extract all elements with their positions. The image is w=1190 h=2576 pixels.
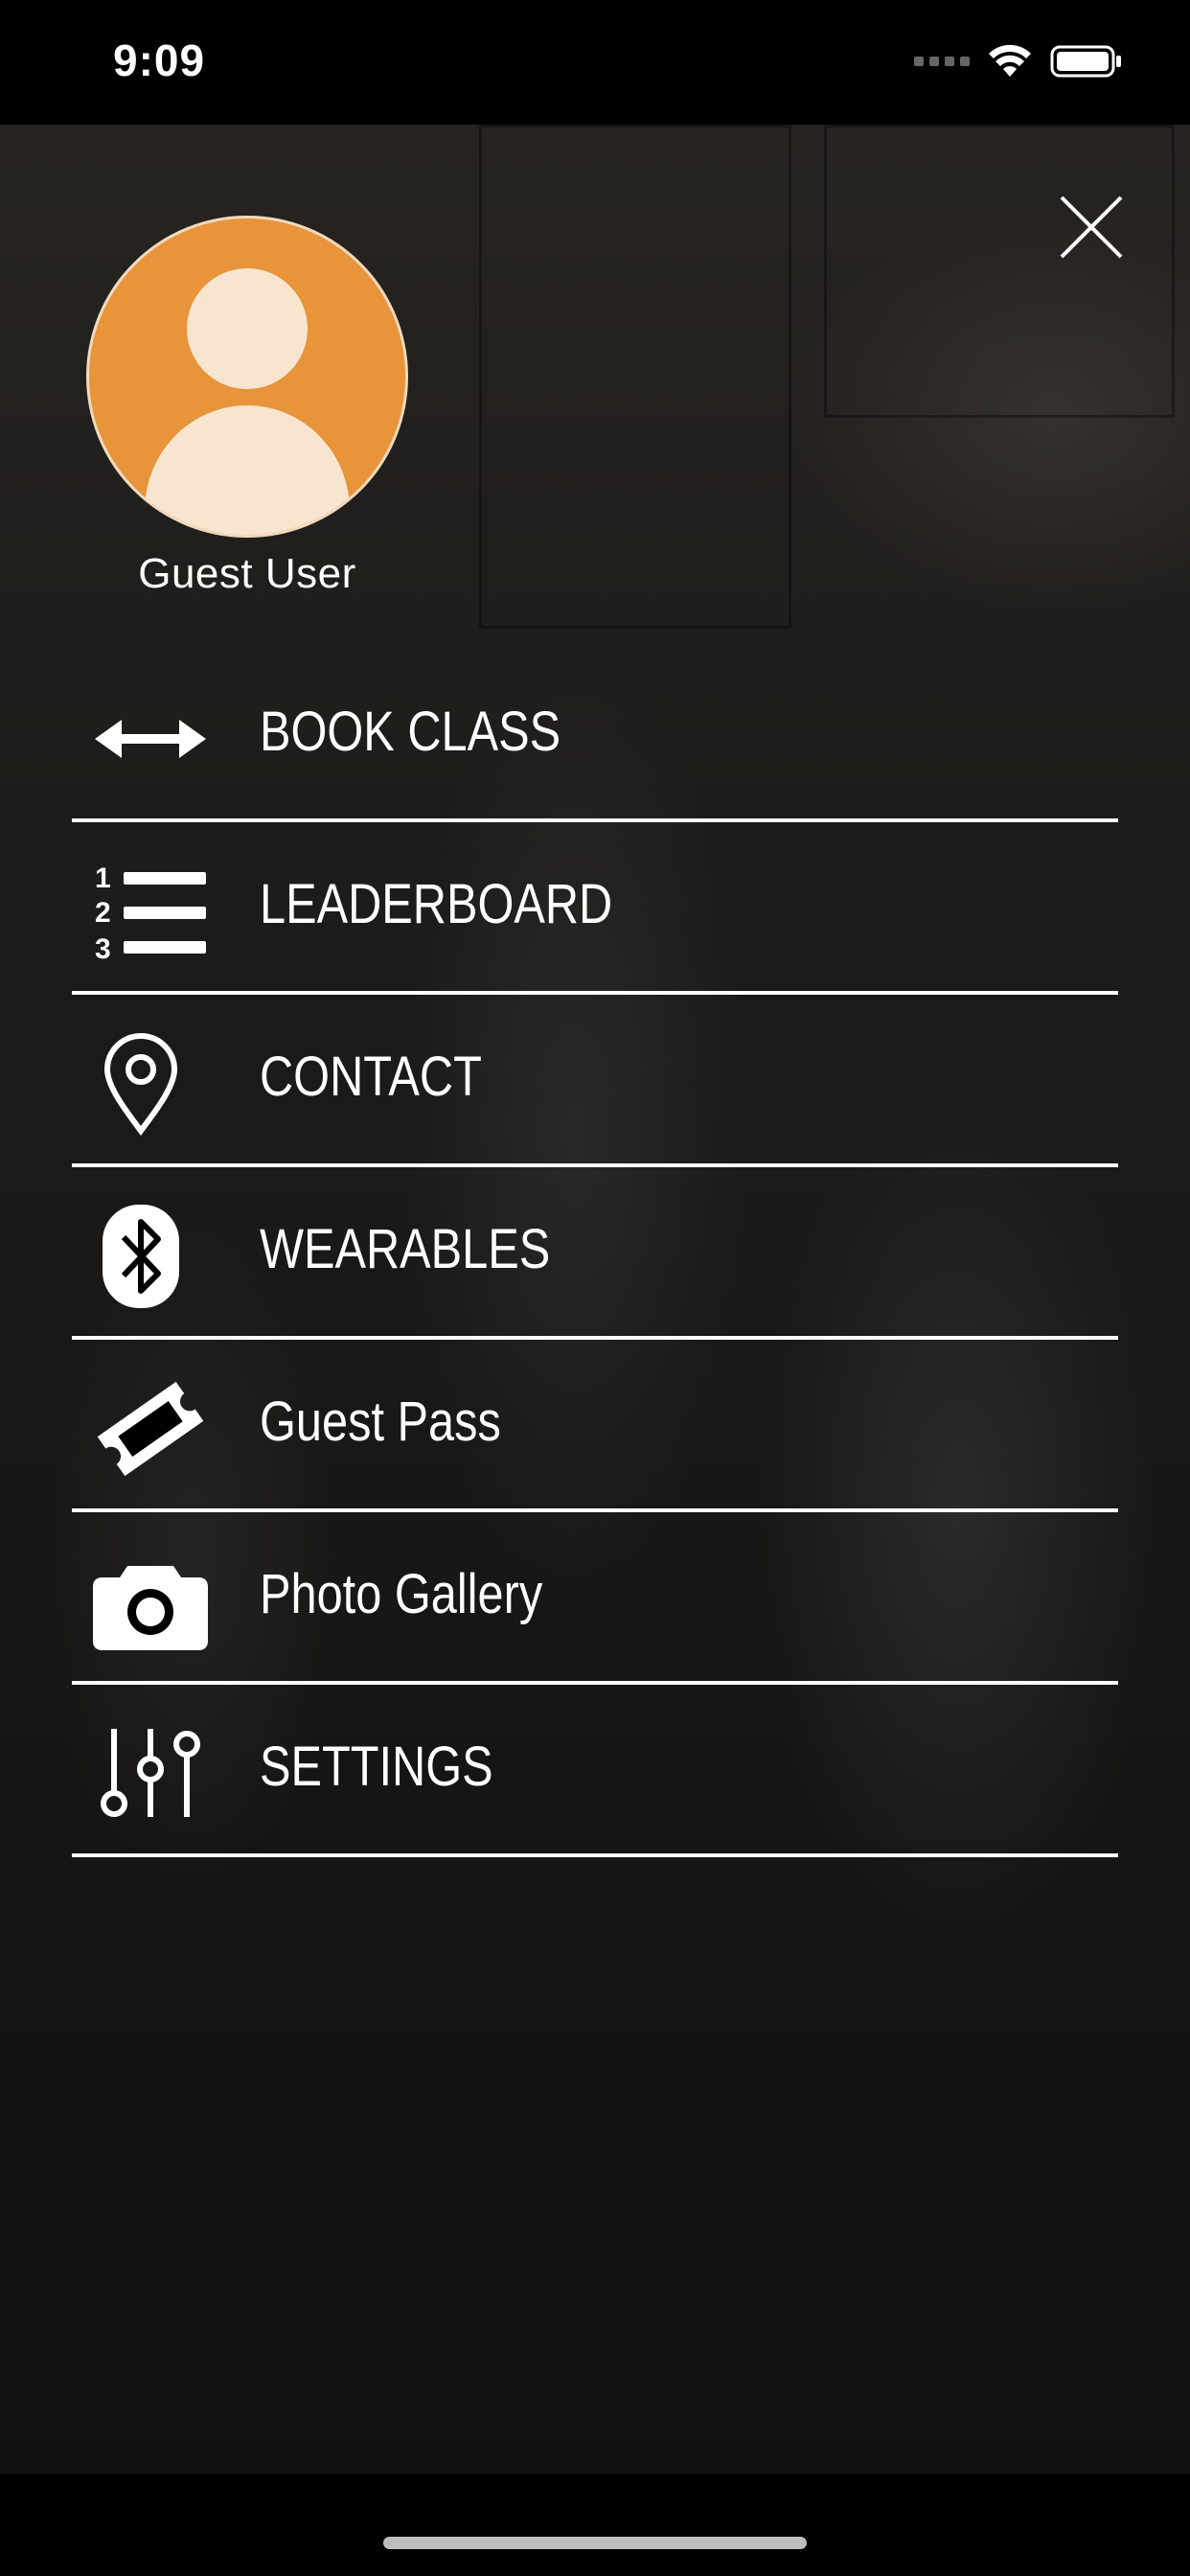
- menu-label-settings: SETTINGS: [260, 1736, 493, 1798]
- user-name: Guest User: [138, 550, 356, 597]
- numbered-list-icon: 1 2 3: [93, 859, 208, 964]
- signal-icon: [914, 57, 970, 66]
- menu-item-settings[interactable]: SETTINGS: [72, 1685, 1118, 1857]
- menu-label-photo-gallery: Photo Gallery: [260, 1563, 543, 1625]
- arrows-horizontal-icon: [93, 686, 208, 792]
- menu-label-guest-pass: Guest Pass: [260, 1391, 501, 1453]
- menu-item-contact[interactable]: CONTACT: [72, 995, 1118, 1167]
- map-pin-icon: [93, 1031, 217, 1137]
- menu-label-leaderboard: LEADERBOARD: [260, 873, 613, 935]
- close-icon: [1060, 196, 1123, 259]
- sliders-icon: [93, 1721, 208, 1827]
- svg-text:1: 1: [95, 862, 111, 894]
- status-bar: 9:09: [0, 0, 1190, 125]
- menu-label-wearables: WEARABLES: [260, 1218, 551, 1280]
- menu-item-leaderboard[interactable]: 1 2 3 LEADERBOARD: [72, 822, 1118, 995]
- bluetooth-icon: [93, 1204, 216, 1309]
- camera-icon: [93, 1549, 208, 1654]
- battery-icon: [1050, 45, 1121, 78]
- user-avatar-icon: [145, 268, 350, 535]
- menu-item-guest-pass[interactable]: Guest Pass: [72, 1340, 1118, 1512]
- svg-text:3: 3: [95, 933, 111, 964]
- close-button[interactable]: [1056, 192, 1127, 263]
- bottom-bar: [0, 2474, 1190, 2576]
- home-indicator[interactable]: [383, 2537, 807, 2549]
- menu-item-photo-gallery[interactable]: Photo Gallery: [72, 1512, 1118, 1685]
- avatar[interactable]: [86, 216, 408, 538]
- menu-item-book-class[interactable]: BOOK CLASS: [72, 650, 1118, 822]
- status-time: 9:09: [113, 35, 206, 85]
- menu-label-book-class: BOOK CLASS: [260, 701, 561, 763]
- menu-item-wearables[interactable]: WEARABLES: [72, 1167, 1118, 1340]
- ticket-icon: [93, 1376, 208, 1482]
- status-icons: [914, 44, 1123, 79]
- svg-text:2: 2: [95, 897, 111, 929]
- wifi-icon: [989, 44, 1031, 77]
- menu-label-contact: CONTACT: [260, 1046, 482, 1108]
- side-menu: BOOK CLASS 1 2 3 LEADERBOARD CONTACT WEA…: [72, 650, 1118, 1857]
